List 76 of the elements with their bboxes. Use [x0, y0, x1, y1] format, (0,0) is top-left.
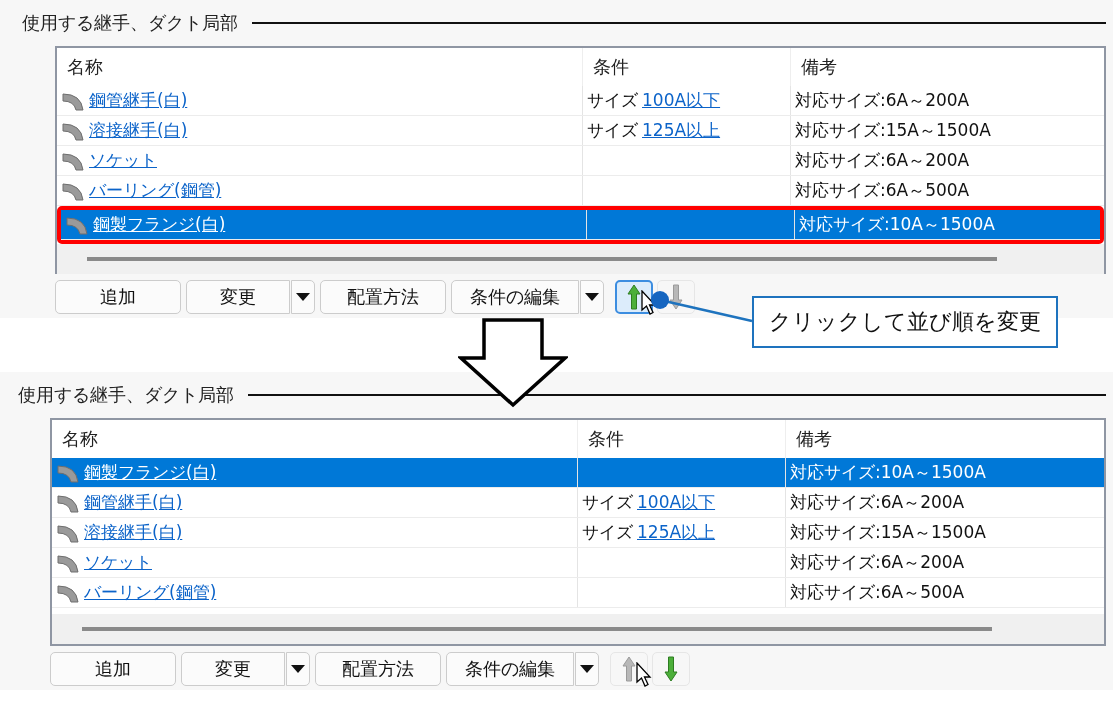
up-arrow-icon [622, 656, 636, 682]
dropdown-button[interactable] [291, 280, 315, 314]
part-link[interactable]: ソケット [89, 149, 157, 172]
elbow-pipe-icon [65, 214, 89, 235]
table-row[interactable]: ソケット 対応サイズ:6A～200A [57, 146, 1104, 176]
note-text: 対応サイズ:10A～1500A [790, 461, 986, 484]
note-text: 対応サイズ:15A～1500A [795, 119, 991, 142]
elbow-pipe-icon [61, 120, 85, 141]
elbow-pipe-icon [56, 492, 80, 513]
caret-icon [585, 293, 599, 301]
note-text: 対応サイズ:10A～1500A [799, 213, 995, 236]
condition-label: サイズ [582, 491, 633, 514]
note-text: 対応サイズ:15A～1500A [790, 521, 986, 544]
caret-icon [296, 293, 310, 301]
part-link[interactable]: バーリング(鋼管) [84, 581, 217, 604]
toolbar-button[interactable]: 追加 [55, 280, 181, 314]
down-arrow-icon [664, 656, 678, 682]
toolbar-button[interactable]: 配置方法 [315, 652, 441, 686]
table-row[interactable]: バーリング(鋼管) 対応サイズ:6A～500A [52, 578, 1104, 608]
part-link[interactable]: 鋼製フランジ(白) [93, 213, 226, 236]
elbow-pipe-icon [61, 150, 85, 171]
note-text: 対応サイズ:6A～200A [790, 491, 965, 514]
part-link[interactable]: ソケット [84, 551, 152, 574]
part-link[interactable]: 鋼管継手(白) [89, 89, 188, 112]
elbow-pipe-icon [56, 552, 80, 573]
condition-label: サイズ [582, 521, 633, 544]
table-row[interactable]: 溶接継手(白) サイズ 125A以上 対応サイズ:15A～1500A [57, 116, 1104, 146]
table-row[interactable]: 鋼管継手(白) サイズ 100A以下 対応サイズ:6A～200A [52, 488, 1104, 518]
table-row[interactable]: バーリング(鋼管) 対応サイズ:6A～500A [57, 176, 1104, 206]
elbow-pipe-icon [56, 582, 80, 603]
elbow-pipe-icon [56, 522, 80, 543]
elbow-pipe-icon [61, 90, 85, 111]
dropdown-button[interactable] [575, 652, 599, 686]
caret-icon [291, 665, 305, 673]
caret-icon [580, 665, 594, 673]
elbow-pipe-icon [61, 180, 85, 201]
condition-label: サイズ [587, 89, 638, 112]
column-header: 名称 [66, 55, 104, 79]
toolbar-button[interactable]: 条件の編集 [446, 652, 574, 686]
table-row[interactable]: 鋼管継手(白) サイズ 100A以下 対応サイズ:6A～200A [57, 86, 1104, 116]
toolbar-button[interactable]: 条件の編集 [451, 280, 579, 314]
horizontal-scrollbar[interactable] [52, 614, 1104, 644]
elbow-pipe-icon [56, 462, 80, 483]
callout-text: クリックして並び順を変更 [752, 296, 1058, 348]
condition-link[interactable]: 125A以上 [642, 119, 721, 142]
down-arrow-icon [669, 284, 683, 310]
note-text: 対応サイズ:6A～500A [795, 179, 970, 202]
section-title: 使用する継手、ダクト局部 [18, 383, 234, 407]
note-text: 対応サイズ:6A～200A [790, 551, 965, 574]
part-link[interactable]: バーリング(鋼管) [89, 179, 222, 202]
note-text: 対応サイズ:6A～500A [790, 581, 965, 604]
column-header: 名称 [61, 427, 99, 451]
table-row[interactable]: ソケット 対応サイズ:6A～200A [52, 548, 1104, 578]
table-row[interactable]: 鋼製フランジ(白) 対応サイズ:10A～1500A [61, 210, 1100, 240]
toolbar-button[interactable]: 配置方法 [320, 280, 446, 314]
toolbar-button[interactable]: 変更 [181, 652, 285, 686]
condition-link[interactable]: 100A以下 [637, 491, 716, 514]
condition-label: サイズ [587, 119, 638, 142]
up-arrow-icon [627, 284, 641, 310]
note-text: 対応サイズ:6A～200A [795, 149, 970, 172]
toolbar-button[interactable]: 変更 [186, 280, 290, 314]
condition-link[interactable]: 125A以上 [637, 521, 716, 544]
part-link[interactable]: 鋼製フランジ(白) [84, 461, 217, 484]
table-row[interactable]: 溶接継手(白) サイズ 125A以上 対応サイズ:15A～1500A [52, 518, 1104, 548]
dropdown-button[interactable] [286, 652, 310, 686]
condition-link[interactable]: 100A以下 [642, 89, 721, 112]
table-row[interactable]: 鋼製フランジ(白) 対応サイズ:10A～1500A [52, 458, 1104, 488]
part-link[interactable]: 溶接継手(白) [84, 521, 183, 544]
toolbar-button[interactable]: 追加 [50, 652, 176, 686]
part-link[interactable]: 溶接継手(白) [89, 119, 188, 142]
horizontal-scrollbar[interactable] [57, 244, 1104, 274]
section-title: 使用する継手、ダクト局部 [22, 11, 238, 35]
dropdown-button[interactable] [580, 280, 604, 314]
move-down-button[interactable] [652, 652, 690, 686]
note-text: 対応サイズ:6A～200A [795, 89, 970, 112]
part-link[interactable]: 鋼管継手(白) [84, 491, 183, 514]
